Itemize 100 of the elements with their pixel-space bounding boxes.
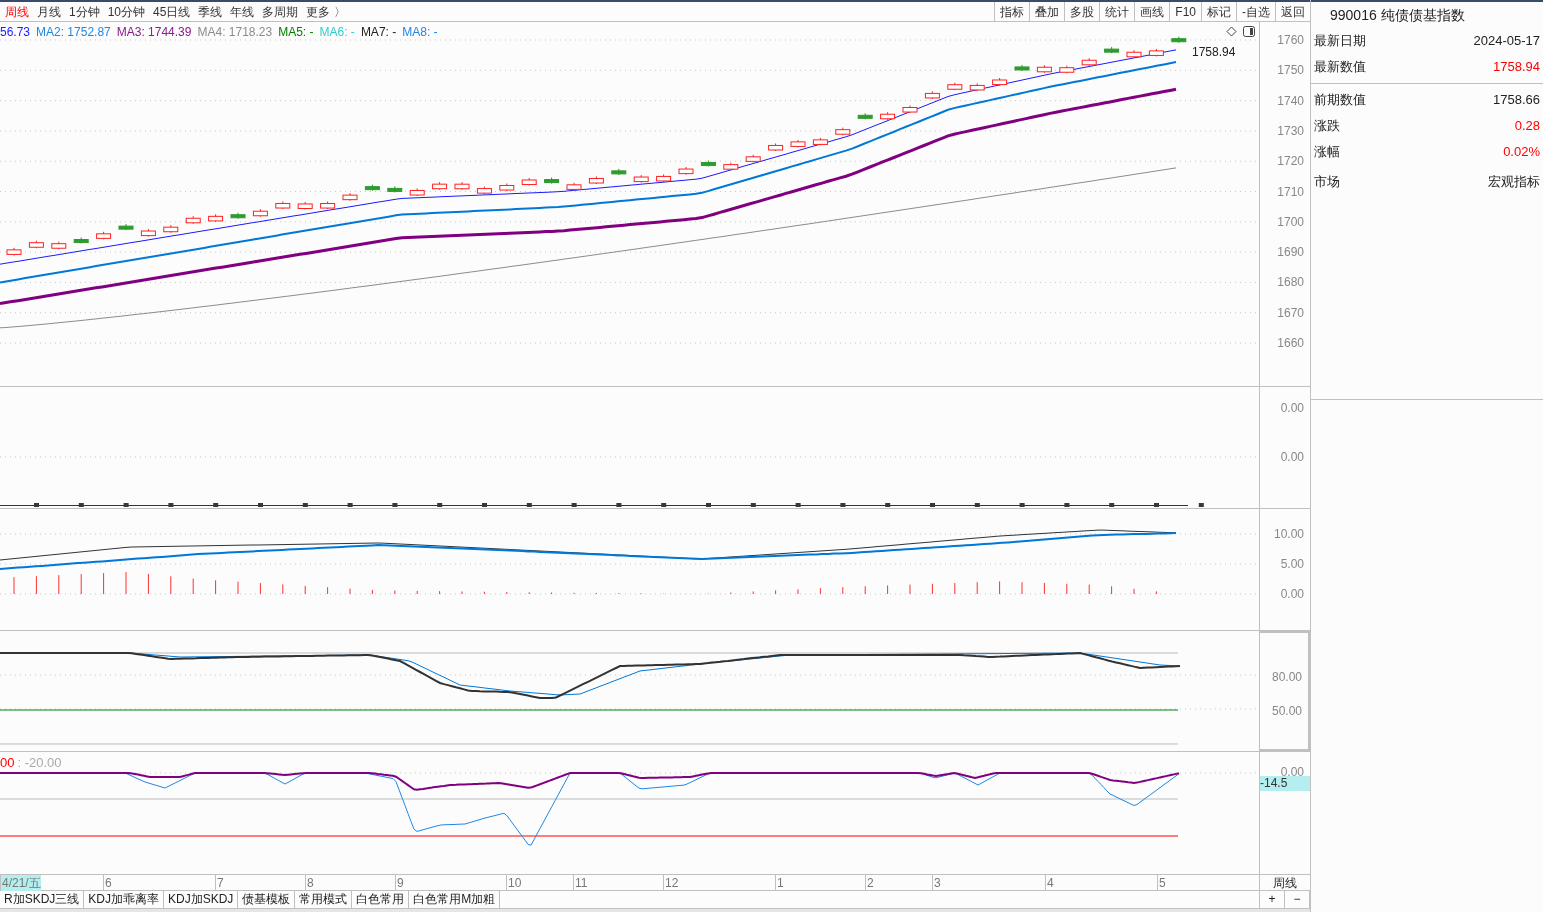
axis-label: 1730 (1277, 123, 1304, 138)
candle (700, 160, 716, 168)
zoom-button[interactable]: − (1285, 891, 1310, 908)
candle (118, 223, 134, 231)
candle (499, 183, 515, 192)
axis-label: 0.00 (1280, 765, 1304, 779)
template-tab[interactable]: 白色常用M加粗 (409, 891, 501, 908)
indicator-legend: 00 (0, 753, 15, 773)
candle (924, 90, 940, 100)
candle (656, 173, 672, 183)
last-price-label: 1758.94 (1192, 44, 1236, 61)
date-label: 10 (506, 875, 522, 891)
template-tab[interactable]: 白色常用 (352, 891, 410, 908)
axis-label: 0.00 (1280, 450, 1304, 464)
toolbar-button[interactable]: 统计 (1099, 2, 1135, 21)
info-label: 涨幅 (1314, 143, 1340, 162)
info-label: 市场 (1314, 173, 1340, 192)
period-tab[interactable]: 月线 (37, 2, 61, 21)
panel-icon[interactable] (1243, 26, 1255, 37)
toolbar-button[interactable]: 多股 (1064, 2, 1100, 21)
date-label: 4 (1045, 875, 1054, 891)
period-tab[interactable]: 年线 (230, 2, 255, 21)
info-value: 1758.94 (1493, 58, 1540, 77)
candle (409, 187, 425, 197)
toolbar-button[interactable]: 叠加 (1029, 2, 1065, 21)
zoom-button[interactable]: + (1260, 891, 1285, 908)
period-tab[interactable]: 1分钟 (69, 2, 100, 21)
template-tab[interactable]: KDJ加乖离率 (84, 891, 164, 908)
candle (790, 139, 806, 148)
candle (364, 184, 380, 192)
candle (902, 105, 918, 114)
candle (1059, 65, 1075, 74)
diamond-icon[interactable] (1226, 26, 1237, 37)
info-label: 最新数值 (1314, 58, 1366, 77)
period-tab[interactable]: 周线 (5, 2, 29, 21)
toolbar-button[interactable]: F10 (1169, 2, 1201, 21)
candle (633, 174, 649, 184)
candle (1171, 36, 1187, 44)
axis-label: 0.00 (1280, 401, 1304, 415)
date-label: 2 (865, 875, 874, 891)
axis-label: 1690 (1277, 245, 1304, 260)
toolbar-button[interactable]: 画线 (1134, 2, 1170, 21)
template-tab[interactable]: 常用模式 (295, 891, 353, 908)
period-label: 周线 (1259, 875, 1310, 890)
security-title: 990016 纯债债基指数 (1330, 5, 1465, 25)
candle (342, 192, 358, 202)
info-label: 最新日期 (1314, 32, 1366, 51)
date-label: 12 (663, 875, 679, 891)
axis-label: 10.00 (1273, 527, 1304, 541)
current-value-label: -14.5 (1260, 776, 1310, 791)
candle (230, 212, 246, 220)
date-label: 11 (573, 875, 588, 891)
date-label: 1 (775, 875, 784, 891)
axis-label: 1760 (1277, 33, 1304, 47)
candle (521, 177, 537, 187)
info-label: 前期数值 (1314, 91, 1366, 110)
candle (812, 137, 828, 146)
date-label: 9 (395, 875, 404, 891)
ma-legend: 56.73 (0, 23, 31, 41)
date-label: 7 (215, 875, 224, 891)
candle (185, 215, 201, 225)
ma-legend: MA4: 1718.23 (197, 23, 273, 41)
candle (1081, 57, 1097, 67)
period-tab[interactable]: 10分钟 (107, 2, 146, 21)
template-tab[interactable]: KDJ加SKDJ (164, 891, 239, 908)
candle (1036, 64, 1052, 74)
candle (387, 185, 403, 193)
candle (320, 201, 336, 210)
candle (140, 228, 156, 238)
axis-label: 1710 (1277, 184, 1304, 199)
candle (163, 224, 179, 234)
template-tab[interactable]: R加SKDJ三线 (0, 891, 85, 908)
candle (947, 82, 963, 91)
axis-label: 1670 (1277, 305, 1304, 320)
ma-legend: MA3: 1744.39 (116, 23, 192, 41)
candle (51, 241, 67, 250)
axis-label: 80.00 (1271, 670, 1302, 684)
period-tab[interactable]: 更多 〉 (306, 2, 346, 21)
period-tab[interactable]: 多周期 (262, 2, 299, 21)
axis-label: 1750 (1277, 63, 1304, 78)
template-tab[interactable]: 债基模板 (238, 891, 296, 908)
candle (432, 181, 448, 191)
date-label: 8 (305, 875, 314, 891)
axis-label: 0.00 (1280, 587, 1304, 601)
candle (1104, 46, 1120, 54)
axis-label: 1660 (1277, 336, 1304, 350)
period-tab[interactable]: 季线 (198, 2, 223, 21)
candle (6, 247, 22, 256)
ma-legend: MA5: - (278, 23, 314, 41)
period-tab[interactable]: 45日线 (153, 2, 191, 21)
info-value: 0.28 (1514, 117, 1540, 136)
toolbar-button[interactable]: 返回 (1275, 2, 1310, 21)
toolbar-button[interactable]: 指标 (994, 2, 1030, 21)
candle (297, 201, 313, 210)
candle (835, 127, 851, 136)
toolbar-button[interactable]: -自选 (1236, 2, 1275, 21)
candle (678, 166, 694, 176)
ma-legend: MA2: 1752.87 (36, 23, 111, 41)
axis-label: 1700 (1277, 214, 1304, 229)
toolbar-button[interactable]: 标记 (1201, 2, 1236, 21)
